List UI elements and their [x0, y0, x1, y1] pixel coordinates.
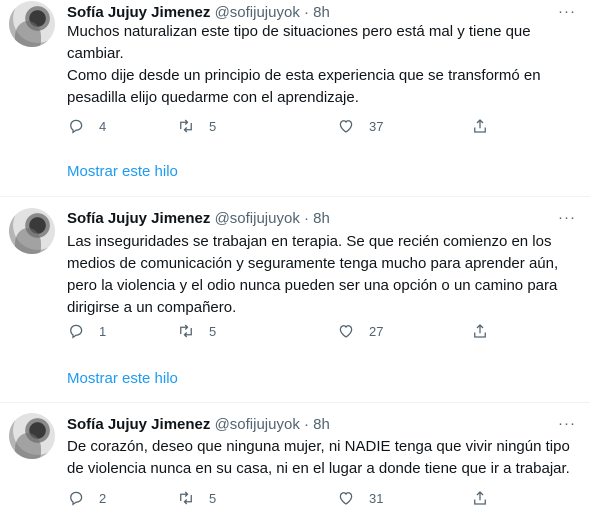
- avatar[interactable]: [9, 413, 55, 459]
- like-count: 27: [369, 323, 384, 339]
- author-handle[interactable]: @sofijujuyok: [215, 416, 300, 433]
- like-button[interactable]: 37: [337, 117, 383, 135]
- like-button[interactable]: 27: [337, 322, 383, 340]
- share-button[interactable]: [471, 322, 489, 340]
- author-handle[interactable]: @sofijujuyok: [215, 210, 300, 227]
- author-name[interactable]: Sofía Jujuy Jimenez: [67, 4, 210, 21]
- retweet-button[interactable]: 5: [177, 322, 216, 340]
- retweet-icon: [180, 491, 192, 505]
- tweet[interactable]: Sofía Jujuy Jimenez @sofijujuyok · 8h ··…: [0, 198, 590, 403]
- reply-count: 2: [99, 490, 107, 506]
- retweet-count: 5: [209, 490, 217, 506]
- tweet-actions: 1 5 27: [67, 322, 497, 342]
- like-count: 31: [369, 490, 384, 506]
- more-options-icon[interactable]: ···: [558, 209, 576, 226]
- share-icon: [474, 324, 486, 338]
- like-button[interactable]: 31: [337, 489, 383, 507]
- reply-icon: [70, 491, 83, 506]
- tweet-header: Sofía Jujuy Jimenez @sofijujuyok · 8h: [67, 3, 330, 23]
- tweet-text: De corazón, deseo que ninguna mujer, ni …: [67, 438, 570, 477]
- share-button[interactable]: [471, 117, 489, 135]
- show-thread-link[interactable]: Mostrar este hilo: [67, 370, 178, 387]
- separator-dot: ·: [304, 4, 309, 21]
- heart-icon: [339, 120, 353, 133]
- retweet-button[interactable]: 5: [177, 489, 216, 507]
- share-button[interactable]: [471, 489, 489, 507]
- reply-count: 4: [99, 118, 107, 134]
- avatar[interactable]: [9, 1, 55, 47]
- reply-button[interactable]: 1: [67, 322, 106, 340]
- heart-icon: [339, 492, 353, 505]
- tweet-actions: 4 5 37: [67, 117, 497, 137]
- heart-icon: [339, 325, 353, 338]
- more-options-icon[interactable]: ···: [558, 415, 576, 432]
- reply-icon: [70, 324, 83, 339]
- retweet-count: 5: [209, 118, 217, 134]
- retweet-icon: [180, 324, 192, 338]
- tweet-header: Sofía Jujuy Jimenez @sofijujuyok · 8h: [67, 209, 330, 229]
- tweet-time[interactable]: 8h: [313, 4, 330, 21]
- author-name[interactable]: Sofía Jujuy Jimenez: [67, 210, 210, 227]
- tweet[interactable]: Sofía Jujuy Jimenez @sofijujuyok · 8h ··…: [0, 0, 590, 198]
- author-handle[interactable]: @sofijujuyok: [215, 4, 300, 21]
- tweet-text: Las inseguridades se trabajan en terapia…: [67, 233, 559, 316]
- more-options-icon[interactable]: ···: [558, 3, 576, 20]
- retweet-button[interactable]: 5: [177, 117, 216, 135]
- avatar[interactable]: [9, 208, 55, 254]
- share-icon: [474, 119, 486, 133]
- tweet[interactable]: Sofía Jujuy Jimenez @sofijujuyok · 8h ··…: [0, 403, 590, 531]
- like-count: 37: [369, 118, 384, 134]
- show-thread-link[interactable]: Mostrar este hilo: [67, 163, 178, 180]
- reply-button[interactable]: 4: [67, 117, 106, 135]
- tweet-header: Sofía Jujuy Jimenez @sofijujuyok · 8h: [67, 415, 330, 435]
- tweet-actions: 2 5 31: [67, 489, 497, 509]
- separator-dot: ·: [304, 416, 309, 433]
- retweet-icon: [180, 119, 192, 133]
- tweet-text: Muchos naturalizan este tipo de situacio…: [67, 23, 541, 106]
- separator-dot: ·: [304, 210, 309, 227]
- reply-icon: [70, 119, 83, 134]
- author-name[interactable]: Sofía Jujuy Jimenez: [67, 416, 210, 433]
- divider: [0, 196, 590, 197]
- retweet-count: 5: [209, 323, 217, 339]
- tweet-time[interactable]: 8h: [313, 210, 330, 227]
- tweet-time[interactable]: 8h: [313, 416, 330, 433]
- share-icon: [474, 491, 486, 505]
- reply-button[interactable]: 2: [67, 489, 106, 507]
- tweet-feed: Sofía Jujuy Jimenez @sofijujuyok · 8h ··…: [0, 0, 590, 531]
- reply-count: 1: [99, 323, 107, 339]
